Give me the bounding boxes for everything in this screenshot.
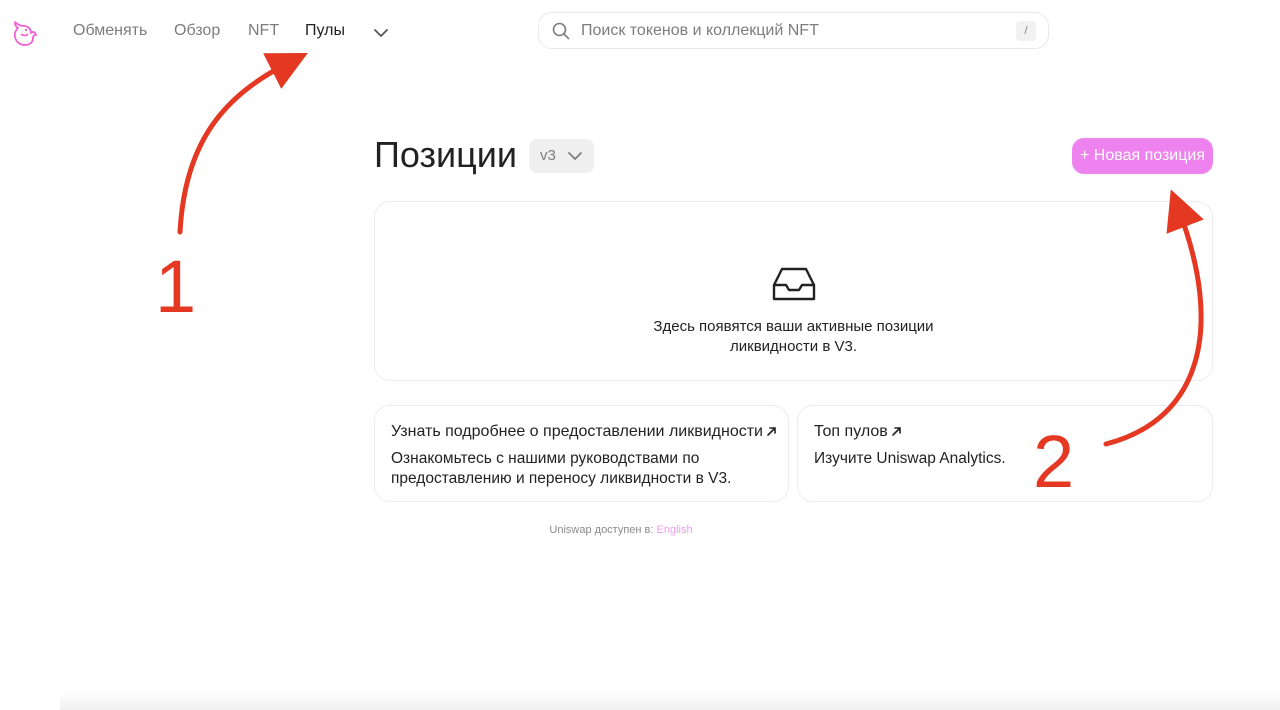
learn-liquidity-title: Узнать подробнее о предоставлении ликвид… — [391, 423, 777, 441]
learn-liquidity-description: Ознакомьтесь с нашими руководствами по п… — [391, 450, 732, 487]
new-position-button[interactable]: + Новая позиция — [1072, 138, 1213, 174]
top-navigation: Обменять Обзор NFT Пулы / — [0, 0, 1280, 64]
top-pools-card[interactable]: Топ пулов Изучите Uniswap Analytics. — [797, 405, 1213, 502]
search-icon — [552, 22, 570, 40]
empty-state-line2: ликвидности в V3. — [730, 338, 857, 355]
bottom-shadow — [60, 690, 1280, 710]
search-input[interactable] — [581, 19, 1001, 43]
learn-liquidity-title-text: Узнать подробнее о предоставлении ликвид… — [391, 423, 763, 440]
search-bar[interactable]: / — [538, 12, 1049, 49]
positions-empty-state: Здесь появятся ваши активные позиции лик… — [374, 201, 1213, 381]
nav-pools[interactable]: Пулы — [305, 22, 345, 40]
top-pools-title-text: Топ пулов — [814, 423, 888, 440]
version-select-value: v3 — [540, 147, 556, 164]
arrow-up-right-icon — [767, 427, 776, 437]
language-footer: Uniswap доступен в: English — [0, 524, 1242, 536]
language-link-english[interactable]: English — [657, 524, 693, 536]
nav-nft[interactable]: NFT — [248, 22, 279, 40]
page-title: Позиции — [374, 134, 517, 175]
top-pools-title: Топ пулов — [814, 423, 902, 441]
inbox-icon — [772, 267, 816, 301]
chevron-down-icon[interactable] — [372, 24, 390, 42]
arrow-up-right-icon — [891, 427, 901, 437]
annotation-number-1: 1 — [155, 245, 197, 328]
uniswap-logo-icon[interactable] — [9, 18, 39, 48]
search-shortcut-key: / — [1016, 21, 1036, 41]
chevron-down-icon — [568, 152, 582, 160]
learn-liquidity-card[interactable]: Узнать подробнее о предоставлении ликвид… — [374, 405, 789, 502]
nav-swap[interactable]: Обменять — [73, 22, 147, 40]
language-footer-text: Uniswap доступен в: — [549, 524, 654, 536]
annotation-arrow-1 — [177, 52, 308, 235]
version-select[interactable]: v3 — [529, 139, 594, 173]
top-pools-description: Изучите Uniswap Analytics. — [814, 450, 1006, 467]
empty-state-message: Здесь появятся ваши активные позиции лик… — [375, 317, 1212, 357]
empty-state-line1: Здесь появятся ваши активные позиции — [653, 318, 934, 335]
nav-explore[interactable]: Обзор — [174, 22, 220, 40]
annotation-number-2: 2 — [1033, 420, 1075, 503]
